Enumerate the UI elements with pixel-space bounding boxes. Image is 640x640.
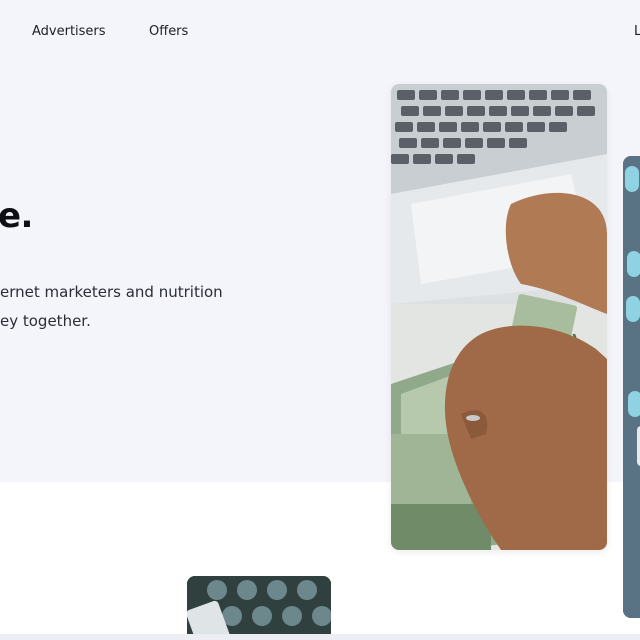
pills-illustration	[623, 156, 640, 618]
horizontal-scrollbar[interactable]	[0, 634, 640, 640]
hero-image-money: 100	[391, 84, 607, 550]
hero-subtext: ernet marketers and nutrition ey togethe…	[0, 278, 250, 336]
nav-link-advertisers[interactable]: Advertisers	[32, 24, 106, 39]
money-illustration: 100	[391, 84, 607, 550]
hero-subtext-line-2: ey together.	[0, 312, 91, 330]
pill-bottles-illustration	[187, 576, 331, 640]
hero-headline: e.	[0, 196, 33, 236]
nav-link-login[interactable]: L	[634, 24, 640, 39]
hero-image-pills	[623, 156, 640, 618]
hero-subtext-line-1: ernet marketers and nutrition	[0, 283, 223, 301]
nav-link-offers[interactable]: Offers	[149, 24, 188, 39]
section-image-pill-bottles	[187, 576, 331, 640]
